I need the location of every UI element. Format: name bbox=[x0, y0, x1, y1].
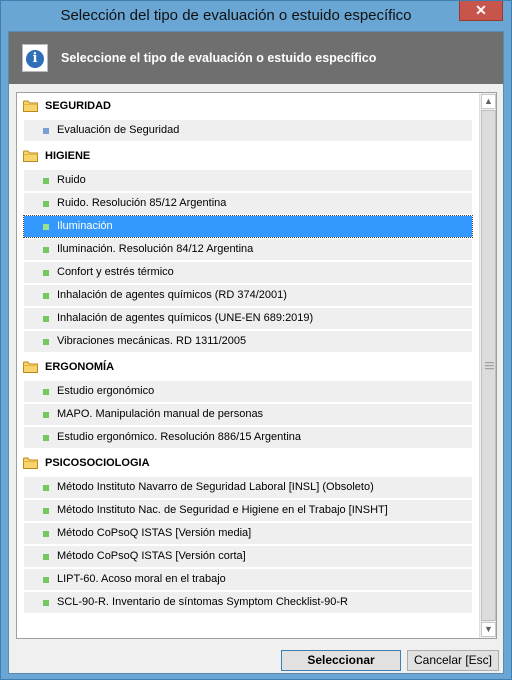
bullet-icon bbox=[43, 128, 49, 134]
list-item-label: LIPT-60. Acoso moral en el trabajo bbox=[57, 573, 226, 585]
bullet-icon bbox=[43, 316, 49, 322]
vertical-scrollbar[interactable]: ▲ — — — ▼ bbox=[479, 93, 496, 638]
folder-icon bbox=[23, 456, 38, 469]
select-button[interactable]: Seleccionar bbox=[281, 650, 401, 671]
bullet-icon bbox=[43, 554, 49, 560]
bullet-icon bbox=[43, 339, 49, 345]
cancel-button[interactable]: Cancelar [Esc] bbox=[407, 650, 499, 671]
folder-icon bbox=[23, 149, 38, 162]
category-label: PSICOSOCIOLOGIA bbox=[45, 457, 150, 469]
bullet-icon bbox=[43, 435, 49, 441]
scroll-down-button[interactable]: ▼ bbox=[481, 622, 496, 637]
evaluation-type-list[interactable]: SEGURIDAD Evaluación de Seguridad HIGIENE R… bbox=[16, 92, 497, 639]
bullet-icon bbox=[43, 201, 49, 207]
list-item[interactable]: Ruido. Resolución 85/12 Argentina bbox=[24, 193, 472, 214]
list-item[interactable]: Iluminación bbox=[23, 215, 473, 238]
list-item[interactable]: Inhalación de agentes químicos (UNE-EN 6… bbox=[24, 308, 472, 329]
bullet-icon bbox=[43, 389, 49, 395]
header-text: Seleccione el tipo de evaluación o estui… bbox=[61, 51, 377, 65]
list-item[interactable]: Método Instituto Navarro de Seguridad La… bbox=[24, 477, 472, 498]
bullet-icon bbox=[43, 531, 49, 537]
bullet-icon bbox=[43, 178, 49, 184]
category-label: SEGURIDAD bbox=[45, 100, 112, 112]
list-item-label: Vibraciones mecánicas. RD 1311/2005 bbox=[57, 335, 247, 347]
bullet-icon bbox=[43, 293, 49, 299]
grip-icon: — — — bbox=[485, 357, 494, 373]
list-item-label: Iluminación. Resolución 84/12 Argentina bbox=[57, 243, 254, 255]
list-item-label: Inhalación de agentes químicos (RD 374/2… bbox=[57, 289, 287, 301]
list-item[interactable]: SCL-90-R. Inventario de síntomas Symptom… bbox=[24, 592, 472, 613]
bullet-icon bbox=[43, 508, 49, 514]
list-item[interactable]: Método Instituto Nac. de Seguridad e Hig… bbox=[24, 500, 472, 521]
list-item-label: Ruido bbox=[57, 174, 86, 186]
bullet-icon bbox=[43, 600, 49, 606]
window-title: Selección del tipo de evaluación o estui… bbox=[60, 7, 412, 24]
bullet-icon bbox=[43, 247, 49, 253]
list-item[interactable]: Inhalación de agentes químicos (RD 374/2… bbox=[24, 285, 472, 306]
dialog-window: Selección del tipo de evaluación o estui… bbox=[0, 0, 512, 680]
bullet-icon bbox=[43, 577, 49, 583]
list-item[interactable]: Evaluación de Seguridad bbox=[24, 120, 472, 141]
scroll-up-button[interactable]: ▲ bbox=[481, 94, 496, 109]
list-item-label: Evaluación de Seguridad bbox=[57, 124, 180, 136]
category-label: ERGONOMÍA bbox=[45, 361, 115, 373]
list-item[interactable]: Ruido bbox=[24, 170, 472, 191]
list-item[interactable]: Iluminación. Resolución 84/12 Argentina bbox=[24, 239, 472, 260]
category-header: PSICOSOCIOLOGIA bbox=[17, 450, 480, 475]
list-item-label: Confort y estrés térmico bbox=[57, 266, 174, 278]
list-item-label: Método Instituto Nac. de Seguridad e Hig… bbox=[57, 504, 388, 516]
category-header: ERGONOMÍA bbox=[17, 354, 480, 379]
list-item-label: Inhalación de agentes químicos (UNE-EN 6… bbox=[57, 312, 314, 324]
list-item[interactable]: Confort y estrés térmico bbox=[24, 262, 472, 283]
list-item-label: SCL-90-R. Inventario de síntomas Symptom… bbox=[57, 596, 348, 608]
folder-icon bbox=[23, 99, 38, 112]
list-item-label: Método CoPsoQ ISTAS [Versión media] bbox=[57, 527, 252, 539]
list-item[interactable]: Estudio ergonómico. Resolución 886/15 Ar… bbox=[24, 427, 472, 448]
list-item-label: Estudio ergonómico bbox=[57, 385, 155, 397]
list-item[interactable]: Método CoPsoQ ISTAS [Versión media] bbox=[24, 523, 472, 544]
category-label: HIGIENE bbox=[45, 150, 91, 162]
list-item[interactable]: Método CoPsoQ ISTAS [Versión corta] bbox=[24, 546, 472, 567]
list-item-label: Iluminación bbox=[57, 220, 113, 232]
list-item-label: MAPO. Manipulación manual de personas bbox=[57, 408, 264, 420]
title-bar[interactable]: Selección del tipo de evaluación o estui… bbox=[1, 1, 511, 31]
close-button[interactable]: ✕ bbox=[459, 1, 503, 21]
scroll-thumb[interactable]: — — — bbox=[481, 110, 496, 621]
list-content: SEGURIDAD Evaluación de Seguridad HIGIENE R… bbox=[17, 93, 480, 615]
bullet-icon bbox=[43, 270, 49, 276]
folder-icon bbox=[23, 360, 38, 373]
list-item[interactable]: Estudio ergonómico bbox=[24, 381, 472, 402]
category-header: HIGIENE bbox=[17, 143, 480, 168]
header-banner: i Seleccione el tipo de evaluación o est… bbox=[9, 32, 503, 84]
list-item-label: Estudio ergonómico. Resolución 886/15 Ar… bbox=[57, 431, 301, 443]
list-item[interactable]: LIPT-60. Acoso moral en el trabajo bbox=[24, 569, 472, 590]
info-icon: i bbox=[22, 44, 48, 72]
bullet-icon bbox=[43, 224, 49, 230]
bullet-icon bbox=[43, 412, 49, 418]
bullet-icon bbox=[43, 485, 49, 491]
list-item-label: Método Instituto Navarro de Seguridad La… bbox=[57, 481, 374, 493]
list-item-label: Método CoPsoQ ISTAS [Versión corta] bbox=[57, 550, 246, 562]
list-item[interactable]: MAPO. Manipulación manual de personas bbox=[24, 404, 472, 425]
dialog-client-area: i Seleccione el tipo de evaluación o est… bbox=[8, 31, 504, 674]
list-item[interactable]: Vibraciones mecánicas. RD 1311/2005 bbox=[24, 331, 472, 352]
list-item-label: Ruido. Resolución 85/12 Argentina bbox=[57, 197, 227, 209]
category-header: SEGURIDAD bbox=[17, 93, 480, 118]
